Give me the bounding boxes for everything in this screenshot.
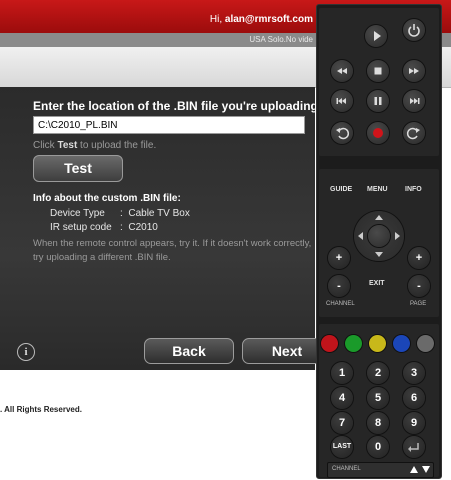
digit-1-button[interactable]: 1: [331, 362, 353, 384]
info-key: Device Type: [50, 208, 105, 219]
pause-button[interactable]: [367, 90, 389, 112]
forward-jump-icon: [406, 127, 420, 140]
digit-4-button[interactable]: 4: [331, 387, 353, 409]
info-key: IR setup code: [50, 222, 112, 233]
skip-forward-icon: [410, 98, 420, 104]
user-email[interactable]: alan@rmrsoft.com: [225, 14, 313, 25]
fast-forward-icon: [409, 68, 419, 74]
sub-header-text: USA Solo.No vide: [249, 35, 313, 44]
rewind-button[interactable]: [331, 60, 353, 82]
page-label: PAGE: [410, 301, 427, 307]
digit-5-button[interactable]: 5: [367, 387, 389, 409]
digit-0-button[interactable]: 0: [367, 436, 389, 458]
page-up-button[interactable]: +: [408, 247, 430, 269]
info-value: Cable TV Box: [128, 208, 190, 219]
info-row-device-type: Device Type: Cable TV Box: [50, 208, 190, 219]
last-button[interactable]: LAST: [331, 436, 353, 458]
channel-bar: CHANNEL: [327, 462, 434, 478]
info-heading: Info about the custom .BIN file:: [33, 193, 181, 204]
upload-hint: Click Test to upload the file.: [33, 140, 156, 151]
digit-6-button[interactable]: 6: [403, 387, 425, 409]
test-button[interactable]: Test: [33, 155, 123, 182]
help-note: When the remote control appears, try it.…: [33, 238, 312, 263]
dpad-ok-button[interactable]: [368, 225, 390, 247]
play-icon: [374, 31, 381, 41]
stop-icon: [374, 67, 382, 75]
exit-button[interactable]: EXIT: [369, 280, 385, 287]
power-button[interactable]: [403, 19, 425, 41]
pause-icon: [374, 97, 382, 105]
enter-button[interactable]: [403, 436, 425, 458]
red-button[interactable]: [321, 335, 338, 352]
green-button[interactable]: [345, 335, 362, 352]
channel-up-button[interactable]: +: [328, 247, 350, 269]
info-sep: :: [120, 208, 123, 219]
hint-suffix: to upload the file.: [77, 140, 157, 151]
direction-pad[interactable]: [354, 211, 404, 261]
footer-rights: . All Rights Reserved.: [0, 405, 82, 414]
info-value: C2010: [128, 222, 158, 233]
info-sep: :: [120, 222, 123, 233]
greeting-prefix: Hi,: [209, 14, 225, 25]
blue-button[interactable]: [393, 335, 410, 352]
info-button[interactable]: INFO: [405, 186, 422, 193]
info-icon[interactable]: i: [17, 343, 35, 361]
fast-forward-button[interactable]: [403, 60, 425, 82]
digit-3-button[interactable]: 3: [403, 362, 425, 384]
replay-button[interactable]: [331, 122, 353, 144]
digit-7-button[interactable]: 7: [331, 412, 353, 434]
power-icon: [408, 24, 420, 37]
digit-9-button[interactable]: 9: [403, 412, 425, 434]
yellow-button[interactable]: [369, 335, 386, 352]
upload-panel: Enter the location of the .BIN file you'…: [0, 87, 322, 370]
record-button[interactable]: [367, 122, 389, 144]
stop-button[interactable]: [367, 60, 389, 82]
channel-bottom-label: CHANNEL: [332, 466, 361, 472]
back-button[interactable]: Back: [144, 338, 234, 364]
skip-forward-button[interactable]: [403, 90, 425, 112]
replay-icon: [336, 127, 350, 140]
skip-back-icon: [336, 98, 346, 104]
channel-down-button[interactable]: -: [328, 275, 350, 297]
enter-icon: [408, 443, 419, 452]
channel-updown-icon[interactable]: [409, 464, 431, 476]
play-button[interactable]: [365, 25, 387, 47]
skip-back-button[interactable]: [331, 90, 353, 112]
user-greeting: Hi, alan@rmrsoft.com: [210, 14, 313, 25]
rewind-icon: [337, 68, 347, 74]
upload-heading: Enter the location of the .BIN file you'…: [33, 99, 322, 113]
digit-2-button[interactable]: 2: [367, 362, 389, 384]
hint-prefix: Click: [33, 140, 58, 151]
hint-bold: Test: [57, 140, 78, 151]
record-icon: [373, 128, 383, 138]
menu-button[interactable]: MENU: [367, 186, 388, 193]
info-row-ir-code: IR setup code: C2010: [50, 222, 158, 233]
grey-button[interactable]: [417, 335, 434, 352]
digit-8-button[interactable]: 8: [367, 412, 389, 434]
file-path-input[interactable]: [33, 116, 305, 134]
guide-button[interactable]: GUIDE: [330, 186, 352, 193]
page-down-button[interactable]: -: [408, 275, 430, 297]
remote-control: GUIDE MENU INFO + - + - EXIT CHANNEL PAG…: [316, 4, 442, 479]
channel-label: CHANNEL: [326, 301, 355, 307]
forward-jump-button[interactable]: [403, 122, 425, 144]
